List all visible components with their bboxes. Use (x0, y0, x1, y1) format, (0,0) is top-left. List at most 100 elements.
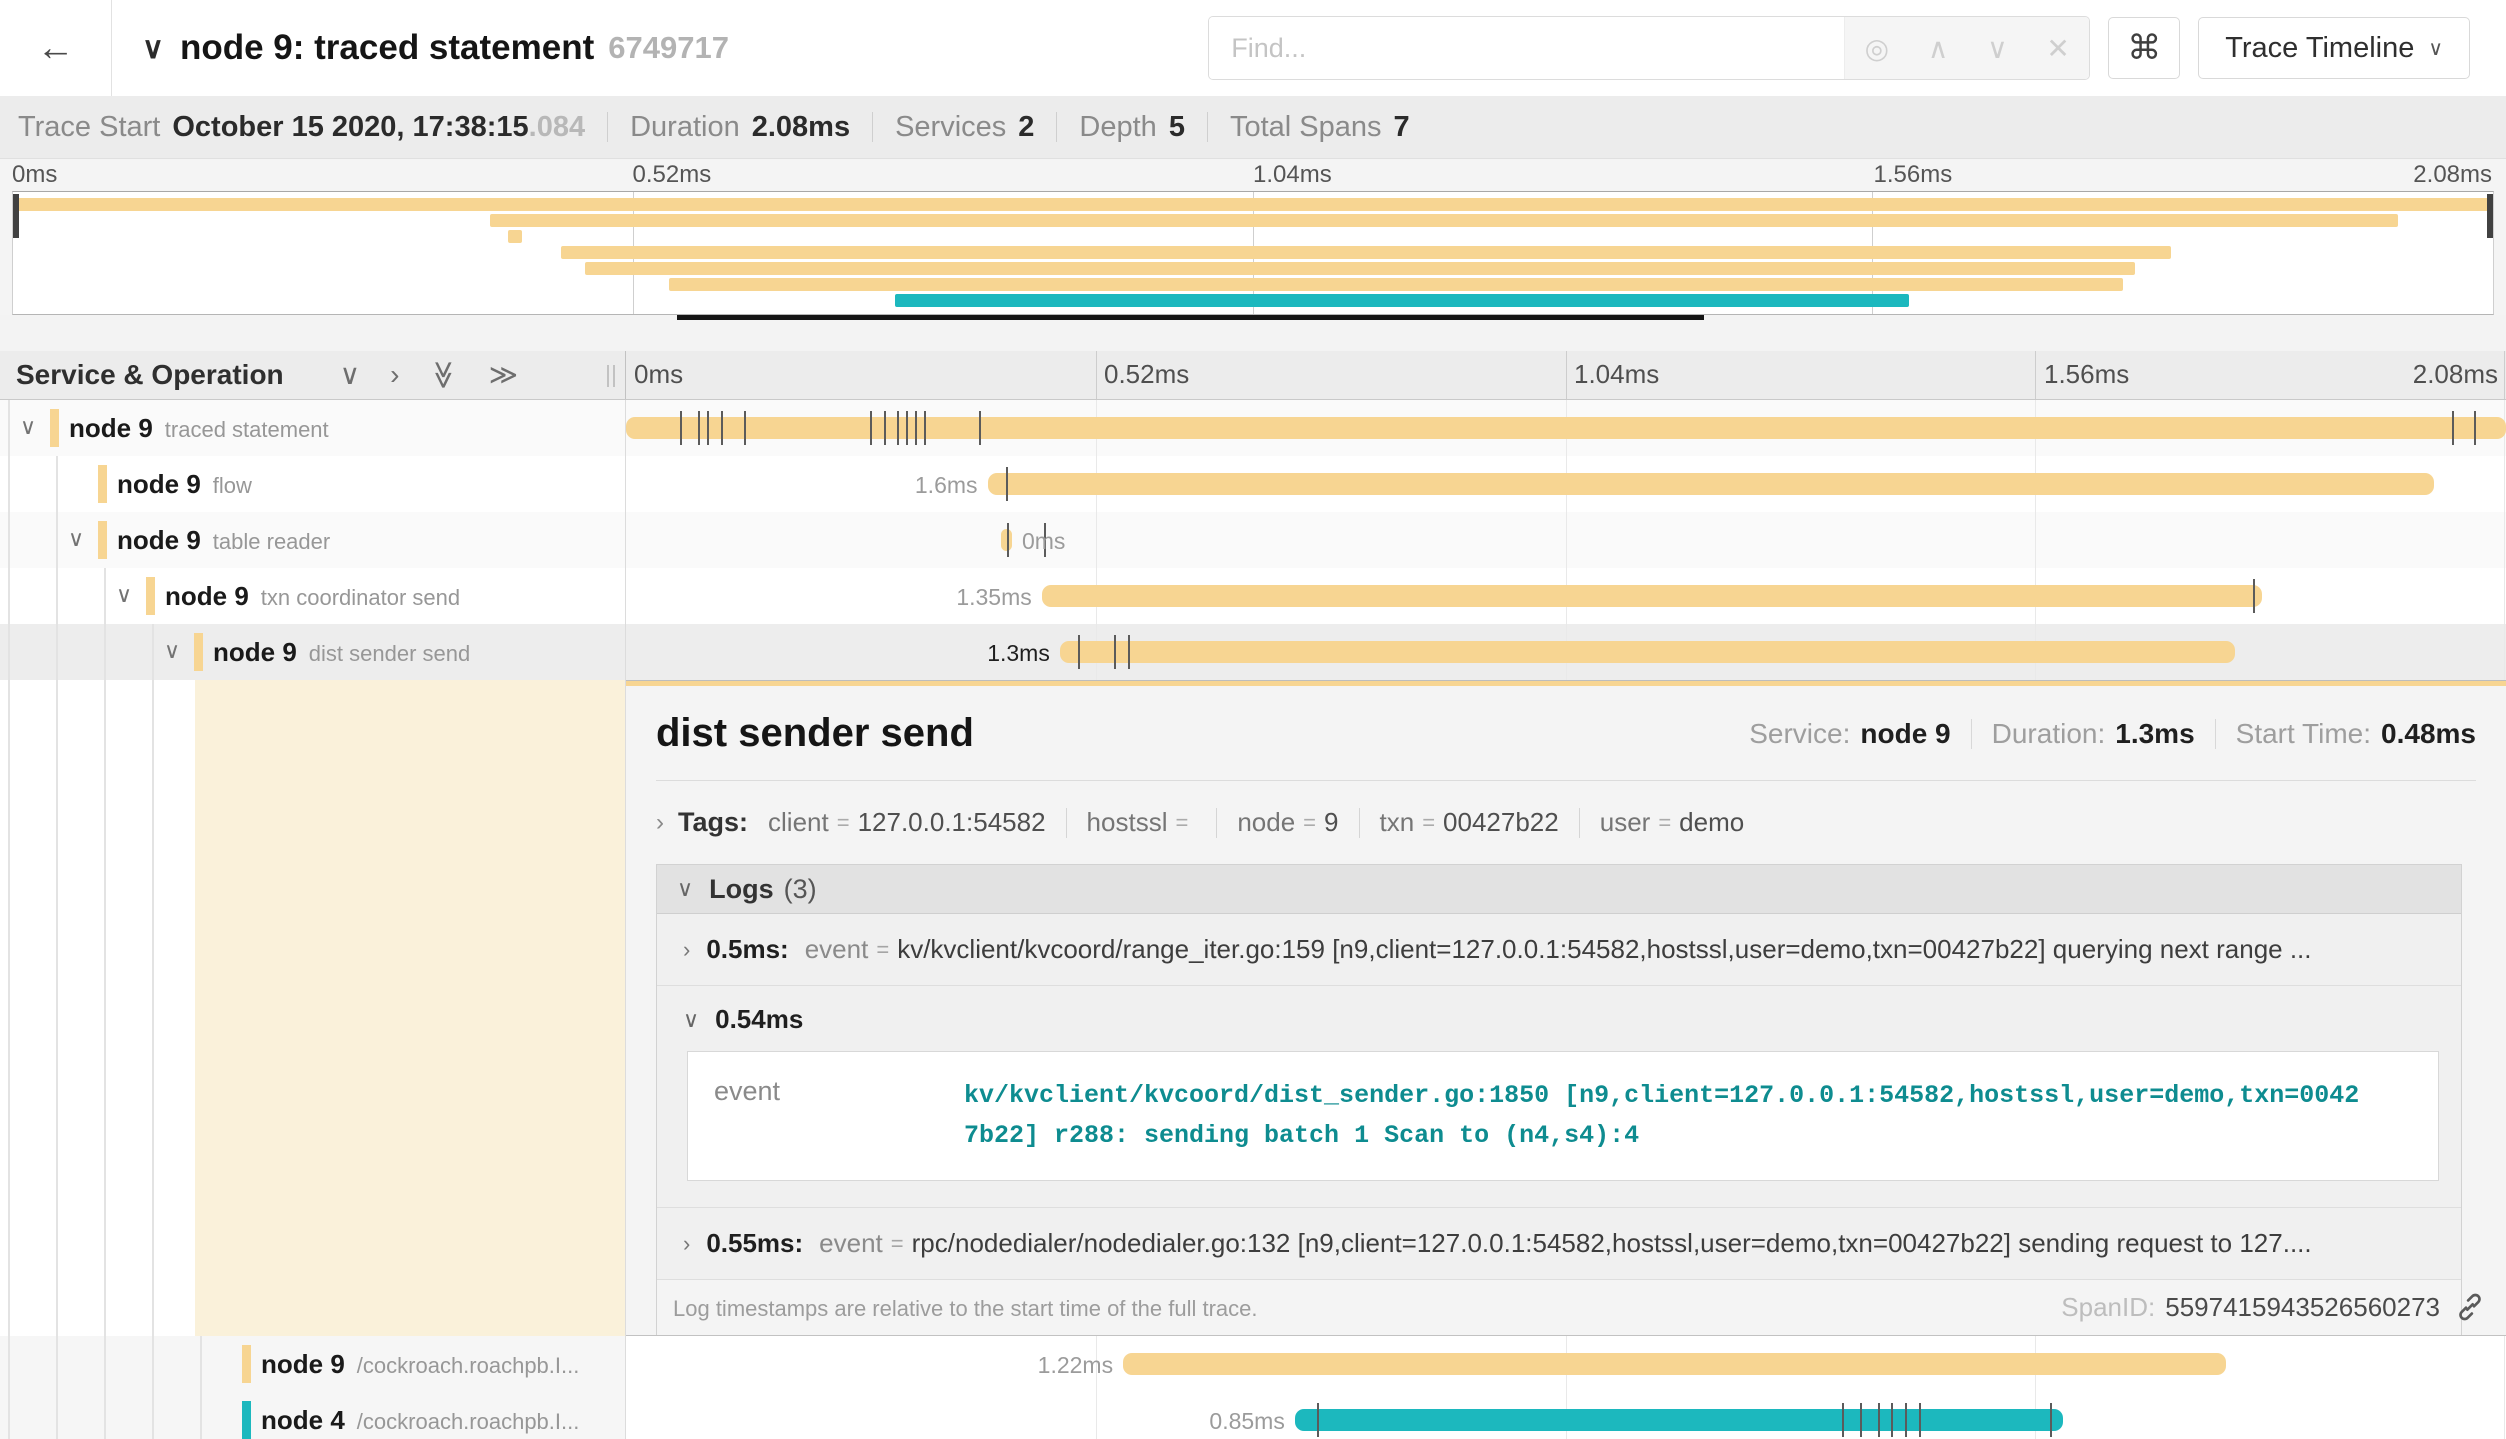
log-entry-expanded: ∨0.54mseventkv/kvclient/kvcoord/dist_sen… (657, 986, 2461, 1208)
minimap-left-scrubber[interactable] (13, 194, 19, 238)
log-marker-tick[interactable] (707, 411, 709, 445)
minimap-tick-label: 0.52ms (633, 161, 712, 189)
log-marker-tick[interactable] (1007, 523, 1009, 557)
span-row-name-cell[interactable]: ∨node 9traced statement (0, 400, 626, 456)
collapse-one-icon[interactable]: ∨ (340, 361, 361, 389)
log-marker-tick[interactable] (1006, 467, 1008, 501)
log-marker-tick[interactable] (1078, 635, 1080, 669)
span-row-timeline-cell[interactable]: 1.35ms (626, 568, 2506, 624)
minimap-canvas[interactable] (12, 191, 2494, 315)
log-marker-tick[interactable] (1128, 635, 1130, 669)
tree-indent-guide (152, 624, 154, 680)
log-marker-tick[interactable] (870, 411, 872, 445)
tag-key: client (768, 807, 829, 838)
tags-accordion[interactable]: › Tags: client=127.0.0.1:54582hostssl=no… (656, 807, 2476, 838)
minimap-scroll-indicator[interactable] (677, 315, 1704, 320)
span-row-name-cell[interactable]: node 4/cockroach.roachpb.I... (0, 1392, 626, 1439)
logs-list: ›0.5ms:event=kv/kvclient/kvcoord/range_i… (657, 914, 2461, 1280)
span-row-timeline-cell[interactable] (626, 400, 2506, 456)
span-row-name-cell[interactable]: node 9/cockroach.roachpb.I... (0, 1336, 626, 1392)
log-marker-tick[interactable] (2474, 411, 2476, 445)
keyboard-shortcuts-button[interactable]: ⌘ (2108, 17, 2180, 79)
span-row-name-cell[interactable]: ∨node 9txn coordinator send (0, 568, 626, 624)
jaeger-trace-view: ← ∨ node 9: traced statement 6749717 ◎ ∧… (0, 0, 2506, 1439)
expand-one-icon[interactable]: › (390, 361, 399, 389)
log-marker-tick[interactable] (1317, 1403, 1319, 1437)
log-marker-tick[interactable] (884, 411, 886, 445)
log-marker-tick[interactable] (2452, 411, 2454, 445)
summary-item-label: Duration (630, 111, 740, 144)
span-row[interactable]: ∨node 9traced statement (0, 400, 2506, 456)
log-marker-tick[interactable] (906, 411, 908, 445)
log-marker-tick[interactable] (897, 411, 899, 445)
span-row[interactable]: ∨node 9table reader0ms (0, 512, 2506, 568)
minimap-tick-label: 2.08ms (2413, 161, 2492, 189)
locate-icon[interactable]: ◎ (1865, 32, 1889, 65)
summary-separator (1207, 112, 1208, 142)
span-duration-bar[interactable] (1042, 585, 2262, 607)
detail-left-gutter (0, 680, 626, 1336)
span-row-name-cell[interactable]: ∨node 9table reader (0, 512, 626, 568)
operation-name: /cockroach.roachpb.I... (357, 1409, 580, 1434)
span-row[interactable]: node 9flow1.6ms (0, 456, 2506, 512)
service-name: node 9/cockroach.roachpb.I... (261, 1349, 579, 1380)
service-value: node 9 (1860, 718, 1950, 750)
span-row-timeline-cell[interactable]: 0ms (626, 512, 2506, 568)
span-duration-bar[interactable] (1123, 1353, 2226, 1375)
span-row-timeline-cell[interactable]: 1.6ms (626, 456, 2506, 512)
span-expander-chevron-icon[interactable]: ∨ (164, 638, 180, 664)
clear-search-icon[interactable]: ✕ (2046, 32, 2069, 65)
log-marker-tick[interactable] (721, 411, 723, 445)
trace-view-selector[interactable]: Trace Timeline ∨ (2198, 17, 2470, 79)
span-duration-bar[interactable] (1060, 641, 2235, 663)
log-entry-collapsed[interactable]: ›0.55ms:event=rpc/nodedialer/nodedialer.… (657, 1208, 2461, 1280)
next-result-icon[interactable]: ∨ (1987, 32, 2008, 65)
span-row-timeline-cell[interactable]: 0.85ms (626, 1392, 2506, 1439)
log-entry-expanded-header[interactable]: ∨0.54ms (657, 986, 2461, 1041)
span-duration-bar[interactable] (988, 473, 2434, 495)
log-marker-tick[interactable] (1842, 1403, 1844, 1437)
tree-indent-guide (56, 568, 58, 624)
minimap-tick-label: 1.04ms (1253, 161, 1332, 189)
span-row[interactable]: node 4/cockroach.roachpb.I...0.85ms (0, 1392, 2506, 1439)
tree-indent-guide (152, 680, 154, 1336)
log-marker-tick[interactable] (1860, 1403, 1862, 1437)
log-marker-tick[interactable] (924, 411, 926, 445)
collapse-all-icon[interactable]: ≫ (430, 360, 458, 389)
span-row-name-cell[interactable]: ∨node 9dist sender send (0, 624, 626, 680)
log-marker-tick[interactable] (2050, 1403, 2052, 1437)
span-row[interactable]: ∨node 9dist sender send1.3ms (0, 624, 2506, 680)
span-expander-chevron-icon[interactable]: ∨ (68, 526, 84, 552)
log-marker-tick[interactable] (680, 411, 682, 445)
expand-all-icon[interactable]: ≫ (489, 361, 518, 389)
find-input[interactable] (1209, 17, 1844, 79)
column-resizer-grip[interactable] (607, 365, 615, 387)
tree-indent-guide (8, 400, 10, 456)
span-row-name-cell[interactable]: node 9flow (0, 456, 626, 512)
span-duration-bar[interactable] (1295, 1409, 2063, 1431)
minimap-right-scrubber[interactable] (2487, 194, 2493, 238)
log-entry-collapsed[interactable]: ›0.5ms:event=kv/kvclient/kvcoord/range_i… (657, 914, 2461, 986)
span-row[interactable]: node 9/cockroach.roachpb.I... 1.22ms (0, 1336, 2506, 1392)
log-marker-tick[interactable] (1919, 1403, 1921, 1437)
span-expander-chevron-icon[interactable]: ∨ (20, 414, 36, 440)
span-row-timeline-cell[interactable]: 1.3ms (626, 624, 2506, 680)
log-marker-tick[interactable] (1114, 635, 1116, 669)
log-marker-tick[interactable] (698, 411, 700, 445)
summary-item-value: 2 (1018, 111, 1034, 144)
log-marker-tick[interactable] (1878, 1403, 1880, 1437)
collapse-header-chevron-icon[interactable]: ∨ (142, 31, 164, 66)
span-expander-chevron-icon[interactable]: ∨ (116, 582, 132, 608)
copy-link-icon[interactable] (2454, 1291, 2486, 1323)
back-button[interactable]: ← (0, 0, 112, 96)
log-marker-tick[interactable] (1891, 1403, 1893, 1437)
log-marker-tick[interactable] (2253, 579, 2255, 613)
log-marker-tick[interactable] (915, 411, 917, 445)
log-marker-tick[interactable] (744, 411, 746, 445)
prev-result-icon[interactable]: ∧ (1928, 32, 1949, 65)
log-marker-tick[interactable] (979, 411, 981, 445)
logs-accordion-header[interactable]: ∨ Logs (3) (657, 865, 2461, 914)
log-marker-tick[interactable] (1905, 1403, 1907, 1437)
span-row[interactable]: ∨node 9txn coordinator send1.35ms (0, 568, 2506, 624)
span-row-timeline-cell[interactable]: 1.22ms (626, 1336, 2506, 1392)
